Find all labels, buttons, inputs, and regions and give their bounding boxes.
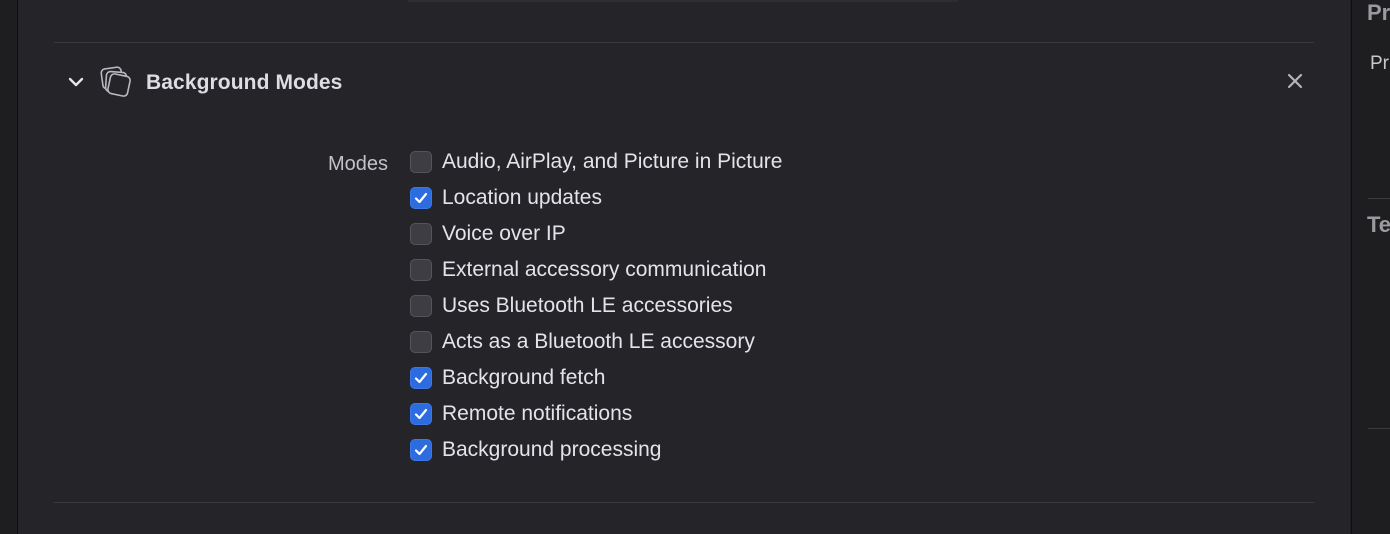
mode-label: Location updates [442,186,602,209]
mode-label: Background fetch [442,366,606,389]
checkmark-icon [414,444,428,456]
checkbox[interactable] [410,295,432,317]
checkmark-icon [414,372,428,384]
inspector-field-label: Pr [1370,53,1389,74]
navigator-edge [0,0,18,534]
checkmark-icon [414,408,428,420]
mode-label: Acts as a Bluetooth LE accessory [442,330,755,353]
inspector-heading: Pr [1367,0,1390,25]
checkbox[interactable] [410,367,432,389]
inspector-panel: Pr Pr Te [1351,0,1390,534]
mode-location-updates[interactable]: Location updates [410,180,782,216]
checkbox[interactable] [410,151,432,173]
inspector-heading: Te [1367,212,1390,237]
checkbox[interactable] [410,223,432,245]
capabilities-editor: Background Modes Modes Audio, AirPlay, a… [18,0,1350,534]
mode-voice-over-ip[interactable]: Voice over IP [410,216,782,252]
stacked-windows-icon [100,66,131,97]
mode-label: Background processing [442,438,662,461]
section-divider-top [54,42,1314,43]
mode-acts-as-bluetooth-le[interactable]: Acts as a Bluetooth LE accessory [410,324,782,360]
mode-uses-bluetooth-le[interactable]: Uses Bluetooth LE accessories [410,288,782,324]
capability-header: Background Modes [54,58,1314,106]
section-divider-bottom [54,502,1314,503]
inspector-divider [1368,428,1390,429]
mode-remote-notifications[interactable]: Remote notifications [410,396,782,432]
mode-label: Audio, AirPlay, and Picture in Picture [442,150,783,173]
previous-section-edge [408,0,958,2]
mode-label: Voice over IP [442,222,566,245]
chevron-down-icon[interactable] [66,72,86,92]
checkbox[interactable] [410,331,432,353]
mode-label: Remote notifications [442,402,633,425]
checkbox[interactable] [410,187,432,209]
checkbox[interactable] [410,439,432,461]
modes-checkbox-list: Audio, AirPlay, and Picture in Picture L… [410,144,782,468]
inspector-divider [1368,198,1390,199]
xcode-window: Background Modes Modes Audio, AirPlay, a… [0,0,1390,534]
mode-label: Uses Bluetooth LE accessories [442,294,733,317]
checkmark-icon [414,192,428,204]
mode-label: External accessory communication [442,258,767,281]
modes-label: Modes [328,153,389,175]
checkbox[interactable] [410,259,432,281]
checkbox[interactable] [410,403,432,425]
mode-background-fetch[interactable]: Background fetch [410,360,782,396]
mode-audio-airplay-pip[interactable]: Audio, AirPlay, and Picture in Picture [410,144,782,180]
remove-capability-button[interactable] [1284,70,1306,92]
mode-external-accessory[interactable]: External accessory communication [410,252,782,288]
mode-background-processing[interactable]: Background processing [410,432,782,468]
capability-title: Background Modes [146,71,343,94]
